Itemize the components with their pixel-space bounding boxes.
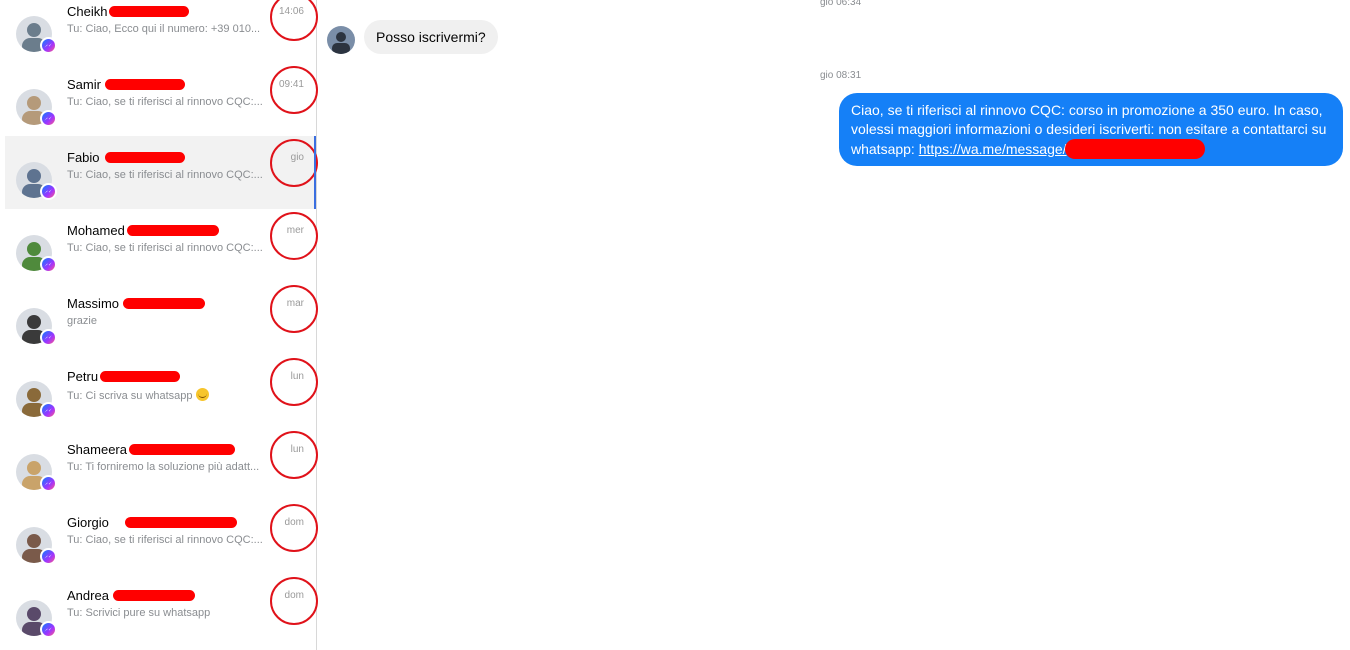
conversation-preview: grazie bbox=[67, 315, 97, 327]
redaction-mark bbox=[125, 517, 237, 528]
chat-panel: gio 06:34 Posso iscrivermi? gio 08:31 Ci… bbox=[317, 0, 1350, 650]
conversation-preview: Tu: Ciao, Ecco qui il numero: +39 010... bbox=[67, 23, 261, 35]
conversation-item[interactable]: Giorgio Tu: Ciao, se ti riferisci al rinn… bbox=[5, 501, 318, 574]
highlight-circle bbox=[270, 577, 318, 625]
conversation-name: Giorgio bbox=[67, 515, 109, 530]
conversation-item[interactable]: Petru Tu: Ci scriva su whatsapp lun bbox=[5, 355, 318, 428]
highlight-circle bbox=[270, 139, 318, 187]
messenger-icon bbox=[40, 110, 57, 127]
conversation-item[interactable]: Massimo grazie mar bbox=[5, 282, 318, 355]
conversation-item[interactable]: Andrea Tu: Scrivici pure su whatsapp dom bbox=[5, 574, 318, 647]
messenger-icon bbox=[40, 548, 57, 565]
conversation-preview: Tu: Scrivici pure su whatsapp bbox=[67, 607, 211, 619]
highlight-circle bbox=[270, 66, 318, 114]
redaction-mark bbox=[100, 371, 180, 382]
redaction-mark bbox=[123, 298, 205, 309]
conversation-item[interactable]: Shameera Tu: Ti forniremo la soluzione pi… bbox=[5, 428, 318, 501]
grin-emoji-icon bbox=[195, 388, 209, 401]
messenger-icon bbox=[40, 621, 57, 638]
redaction-mark bbox=[1064, 139, 1205, 159]
timestamp-second: gio 08:31 bbox=[820, 70, 862, 81]
conversation-time: gio bbox=[290, 152, 304, 163]
messenger-icon bbox=[40, 475, 57, 492]
contact-avatar bbox=[327, 26, 355, 54]
highlight-circle bbox=[270, 212, 318, 260]
incoming-message-bubble: Posso iscrivermi? bbox=[364, 20, 498, 54]
redaction-mark bbox=[129, 444, 235, 455]
conversation-time: dom bbox=[284, 590, 304, 601]
conversation-item[interactable]: Samir Tu: Ciao, se ti riferisci al rinnov… bbox=[5, 63, 318, 136]
conversation-preview: Tu: Ciao, se ti riferisci al rinnovo CQC… bbox=[67, 534, 263, 546]
conversation-name: Cheikh bbox=[67, 4, 108, 19]
conversation-time: mer bbox=[286, 225, 304, 236]
messenger-icon bbox=[40, 329, 57, 346]
conversation-preview: Tu: Ti forniremo la soluzione più adatt.… bbox=[67, 461, 260, 473]
redaction-mark bbox=[105, 152, 185, 163]
conversation-name: Mohamed bbox=[67, 223, 125, 238]
conversation-time: 14:06 bbox=[278, 6, 304, 17]
messenger-icon bbox=[40, 402, 57, 419]
conversation-list: Cheikh Tu: Ciao, Ecco qui il numero: +39 … bbox=[0, 0, 318, 650]
conversation-name: Andrea bbox=[67, 588, 109, 603]
outgoing-message-bubble: Ciao, se ti riferisci al rinnovo CQC: co… bbox=[839, 93, 1343, 166]
conversation-item[interactable]: Fabio Tu: Ciao, se ti riferisci al rinnov… bbox=[5, 136, 318, 209]
conversation-preview: Tu: Ciao, se ti riferisci al rinnovo CQC… bbox=[67, 96, 263, 108]
whatsapp-link[interactable]: https://wa.me/message/ bbox=[919, 141, 1067, 157]
highlight-circle bbox=[270, 358, 318, 406]
conversation-time: 09:41 bbox=[278, 79, 304, 90]
conversation-preview: Tu: Ciao, se ti riferisci al rinnovo CQC… bbox=[67, 169, 263, 181]
conversation-time: dom bbox=[284, 517, 304, 528]
highlight-circle bbox=[270, 285, 318, 333]
redaction-mark bbox=[113, 590, 195, 601]
conversation-name: Samir bbox=[67, 77, 101, 92]
conversation-item[interactable]: Cheikh Tu: Ciao, Ecco qui il numero: +39 … bbox=[5, 0, 318, 63]
conversation-name: Massimo bbox=[67, 296, 120, 311]
messenger-icon bbox=[40, 37, 57, 54]
highlight-circle bbox=[270, 504, 318, 552]
messenger-icon bbox=[40, 183, 57, 200]
conversation-name: Shameera bbox=[67, 442, 127, 457]
conversation-name: Fabio bbox=[67, 150, 100, 165]
redaction-mark bbox=[105, 79, 185, 90]
conversation-name: Petru bbox=[67, 369, 99, 384]
conversation-item[interactable]: Mohamed Tu: Ciao, se ti riferisci al rinn… bbox=[5, 209, 318, 282]
conversation-time: lun bbox=[290, 371, 304, 382]
redaction-mark bbox=[127, 225, 219, 236]
redaction-mark bbox=[109, 6, 189, 17]
conversation-preview: Tu: Ci scriva su whatsapp bbox=[67, 388, 263, 402]
timestamp-top: gio 06:34 bbox=[820, 0, 862, 8]
highlight-circle bbox=[270, 431, 318, 479]
messenger-icon bbox=[40, 256, 57, 273]
conversation-preview: Tu: Ciao, se ti riferisci al rinnovo CQC… bbox=[67, 242, 263, 254]
conversation-time: mar bbox=[286, 298, 304, 309]
conversation-time: lun bbox=[290, 444, 304, 455]
